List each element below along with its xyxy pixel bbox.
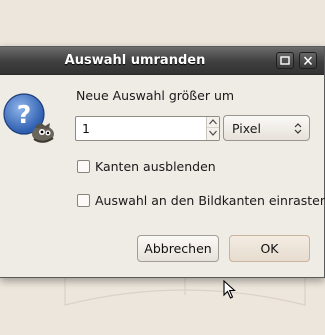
feather-edges-checkbox[interactable]	[77, 160, 90, 173]
title-bar[interactable]: Auswahl umranden	[0, 47, 324, 75]
maximize-icon	[280, 56, 290, 65]
mouse-pointer-icon	[223, 280, 236, 299]
unit-selected-label: Pixel	[232, 121, 261, 136]
combo-arrows-icon	[294, 123, 302, 134]
close-button[interactable]	[299, 52, 317, 69]
amount-spinbutton[interactable]	[75, 116, 220, 141]
unit-combobox[interactable]: Pixel	[223, 115, 310, 141]
spin-up-button[interactable]	[207, 117, 219, 128]
svg-text:?: ?	[17, 100, 32, 129]
lock-to-image-edges-checkbox[interactable]	[77, 194, 90, 207]
feather-edges-label: Kanten ausblenden	[95, 159, 216, 174]
close-icon	[303, 56, 313, 66]
amount-input[interactable]	[82, 121, 202, 136]
spin-arrows	[206, 117, 219, 140]
cancel-button[interactable]: Abbrechen	[137, 235, 219, 262]
question-wilber-icon: ?	[3, 93, 54, 143]
window-title: Auswahl umranden	[64, 53, 206, 68]
spin-down-button[interactable]	[207, 128, 219, 139]
grow-amount-label: Neue Auswahl größer um	[76, 88, 235, 103]
spin-up-icon	[209, 119, 217, 125]
maximize-button[interactable]	[276, 52, 294, 69]
spin-down-icon	[209, 130, 217, 136]
lock-to-image-edges-label: Auswahl an den Bildkanten einrasten	[95, 193, 325, 208]
ok-button[interactable]: OK	[229, 235, 310, 262]
